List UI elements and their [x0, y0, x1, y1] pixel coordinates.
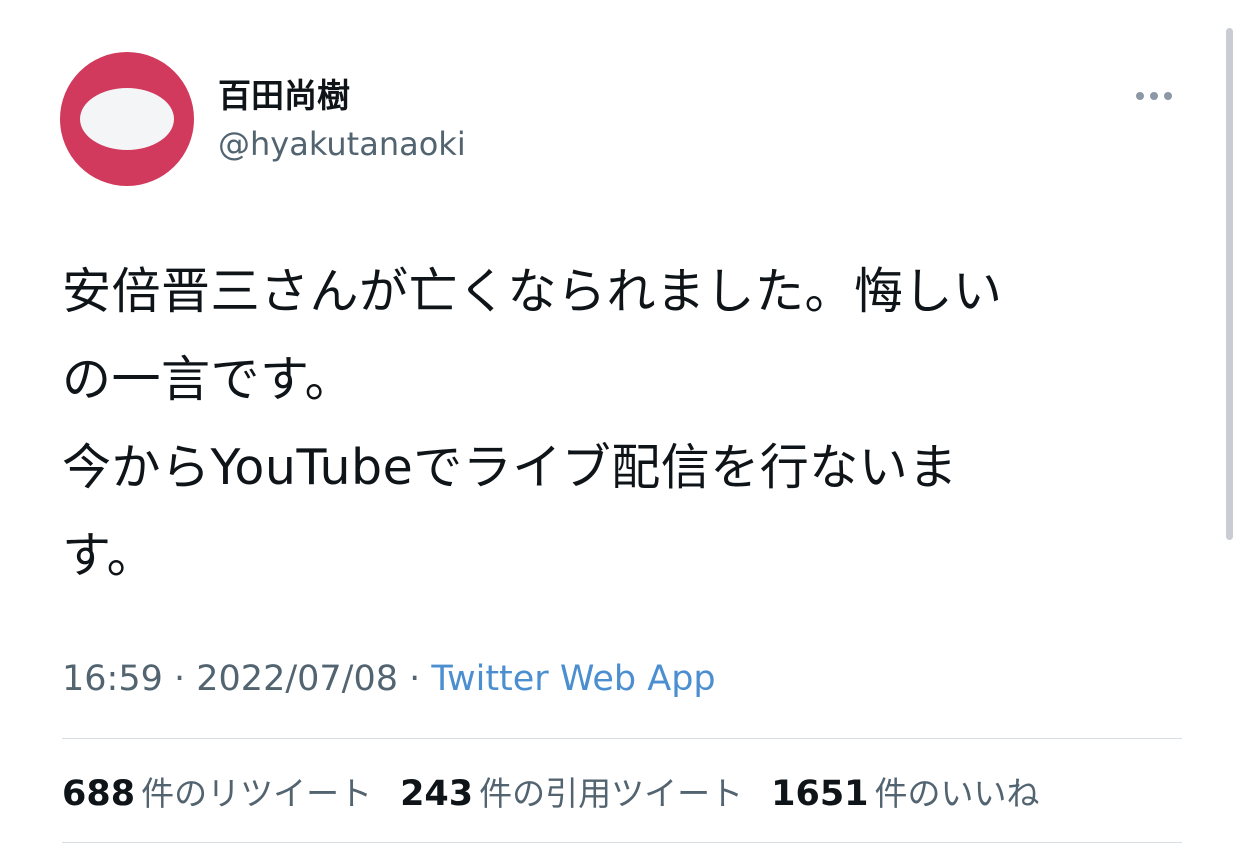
more-dot [1136, 92, 1144, 100]
scrollbar[interactable] [1226, 28, 1233, 540]
meta-separator: · [162, 659, 197, 699]
tweet-source-link[interactable]: Twitter Web App [431, 659, 715, 699]
divider [62, 738, 1182, 739]
likes-label: 件のいいね [874, 774, 1040, 813]
more-dot [1150, 92, 1158, 100]
author-display-name[interactable]: 百田尚樹 [218, 74, 350, 118]
retweets-count: 688 [62, 774, 136, 814]
more-dot [1164, 92, 1172, 100]
tweet-detail: 百田尚樹 @hyakutanaoki 安倍晋三さんが亡くなられました。悔しい の… [0, 0, 1242, 845]
quote-tweets-count: 243 [400, 774, 474, 814]
tweet-time[interactable]: 16:59 [62, 659, 163, 699]
tweet-date[interactable]: 2022/07/08 [196, 659, 398, 699]
tweet-text: 安倍晋三さんが亡くなられました。悔しい の一言です。 今からYouTubeでライ… [62, 263, 1003, 584]
tweet-meta: 16:59 · 2022/07/08 · Twitter Web App [62, 656, 716, 702]
engagement-stats: 688 件のリツイート 243 件の引用ツイート 1651 件のいいね [62, 767, 1068, 815]
quote-tweets-stat[interactable]: 243 件の引用ツイート [400, 767, 743, 815]
divider [62, 842, 1182, 843]
likes-count: 1651 [771, 774, 869, 814]
more-horizontal-icon[interactable] [1126, 84, 1182, 108]
meta-separator: · [398, 659, 432, 699]
avatar[interactable] [60, 52, 194, 186]
retweets-stat[interactable]: 688 件のリツイート [62, 767, 372, 815]
likes-stat[interactable]: 1651 件のいいね [771, 767, 1039, 815]
retweets-label: 件のリツイート [141, 774, 373, 813]
quote-tweets-label: 件の引用ツイート [479, 774, 744, 813]
avatar-image [80, 88, 174, 150]
author-handle[interactable]: @hyakutanaoki [218, 122, 466, 166]
